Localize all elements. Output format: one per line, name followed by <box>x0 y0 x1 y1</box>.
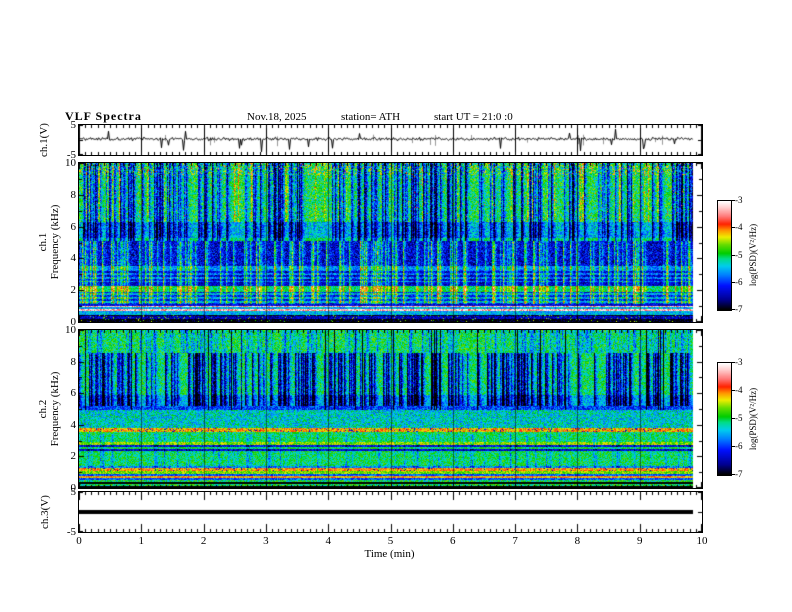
ch1-frequency-axis-label: ch.1 Frequency (kHz) <box>37 205 61 280</box>
x-tick-label: 3 <box>263 535 269 547</box>
freq-tick-label: 2 <box>70 450 77 463</box>
ch3-waveform-panel <box>78 491 703 533</box>
voltage-tick-label: 5 <box>70 119 77 131</box>
colorbar-tick-label: -6 <box>735 276 743 287</box>
x-tick-label: 4 <box>325 535 331 547</box>
frequency-unit-line: Frequency (kHz) <box>49 204 61 280</box>
ch1-spectrogram-panel <box>78 162 703 323</box>
frequency-unit-line: Frequency (kHz) <box>49 371 61 447</box>
colorbar-tick-label: -3 <box>735 357 743 367</box>
freq-tick-label: 6 <box>70 387 77 400</box>
colorbar-tick-label: -3 <box>735 195 743 205</box>
freq-tick-label: 4 <box>70 418 77 431</box>
x-tick-label: 7 <box>512 535 518 547</box>
x-tick-label: 9 <box>636 535 643 547</box>
vlf-spectra-figure: VLF Spectra Nov.18, 2025 station= ATH st… <box>0 0 792 612</box>
station-label: station= ATH <box>341 111 401 123</box>
time-axis-label: Time (min) <box>364 548 415 560</box>
colorbar-tick-label: -4 <box>735 222 743 233</box>
ch2-frequency-axis-label: ch.2 Frequency (kHz) <box>37 372 61 447</box>
ch3-waveform-canvas <box>79 492 702 532</box>
ch1-waveform-canvas <box>79 125 702 155</box>
voltage-tick-label: -5 <box>66 149 76 161</box>
freq-tick-label: 2 <box>70 284 77 297</box>
ch2-spectrogram-canvas <box>79 330 702 488</box>
colorbar-tick-label: -4 <box>735 385 743 395</box>
freq-tick-label: 6 <box>70 220 77 233</box>
start-time-label: start UT = 21:0 :0 <box>434 111 513 123</box>
x-tick-label: 10 <box>696 535 708 547</box>
plot-title: VLF Spectra <box>65 109 142 123</box>
freq-tick-label: 8 <box>70 355 77 368</box>
colorbar-tick-label: -5 <box>735 249 743 260</box>
colorbar-tick-label: -6 <box>735 441 743 451</box>
plot-date: Nov.18, 2025 <box>247 111 307 123</box>
ch2-spectrogram-panel <box>78 329 703 489</box>
ch2-label-line: ch.2 <box>37 399 49 419</box>
ch1-waveform-panel <box>78 124 703 156</box>
colorbar-ch2-gradient <box>718 363 731 475</box>
x-tick-label: 1 <box>138 535 145 547</box>
ch3-voltage-axis-label: ch.3(V) <box>39 495 51 529</box>
colorbar1-units-label: log(PSD)(V²/Hz) <box>748 223 758 287</box>
colorbar2-units-label: log(PSD)(V²/Hz) <box>748 387 758 451</box>
colorbar-tick-label: -7 <box>735 469 743 479</box>
voltage-tick-label: 5 <box>70 486 77 498</box>
ch1-spectrogram-canvas <box>79 163 702 322</box>
voltage-tick-label: -5 <box>66 526 76 538</box>
colorbar-ch1 <box>717 200 732 311</box>
x-tick-label: 2 <box>200 535 207 547</box>
freq-tick-label: 8 <box>70 188 77 201</box>
colorbar-ch1-gradient <box>718 201 731 310</box>
x-tick-label: 8 <box>574 535 581 547</box>
x-tick-label: 5 <box>387 535 394 547</box>
colorbar-tick-label: -7 <box>735 304 743 314</box>
freq-tick-label: 4 <box>70 252 77 265</box>
ch1-label-line: ch.1 <box>37 232 49 252</box>
colorbar-tick-label: -5 <box>735 413 743 423</box>
freq-tick-label: 10 <box>65 324 76 336</box>
x-tick-label: 6 <box>450 535 456 547</box>
colorbar-ch2 <box>717 362 732 476</box>
